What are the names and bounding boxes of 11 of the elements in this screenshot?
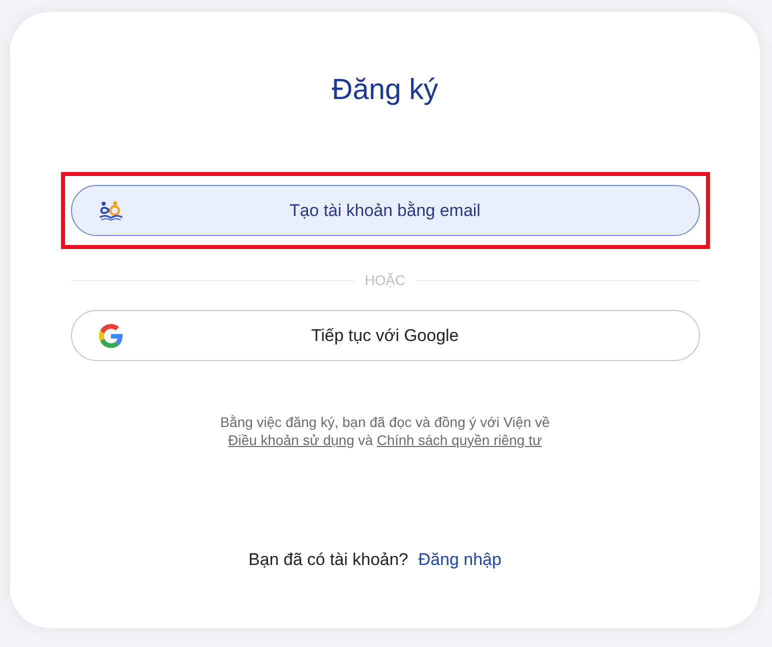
- terms-notice: Bằng việc đăng ký, bạn đã đọc và đồng ý với Viện về Điều khoản sử dụng và Chính sách quyền riêng tư: [220, 413, 550, 449]
- login-link[interactable]: Đăng nhập: [418, 549, 502, 571]
- infinity-book-logo-icon: [98, 198, 122, 222]
- google-logo-icon: [98, 324, 122, 348]
- google-signin-button[interactable]: Tiếp tục với Google: [70, 310, 700, 361]
- email-signup-button[interactable]: Tạo tài khoản bằng email: [70, 185, 700, 236]
- page-title: Đăng ký: [332, 73, 438, 108]
- login-question: Bạn đã có tài khoản?: [248, 549, 408, 571]
- divider-label: HOẶC: [364, 272, 406, 288]
- terms-of-use-link[interactable]: Điều khoản sử dụng: [228, 432, 354, 448]
- privacy-policy-link[interactable]: Chính sách quyền riêng tư: [376, 432, 542, 448]
